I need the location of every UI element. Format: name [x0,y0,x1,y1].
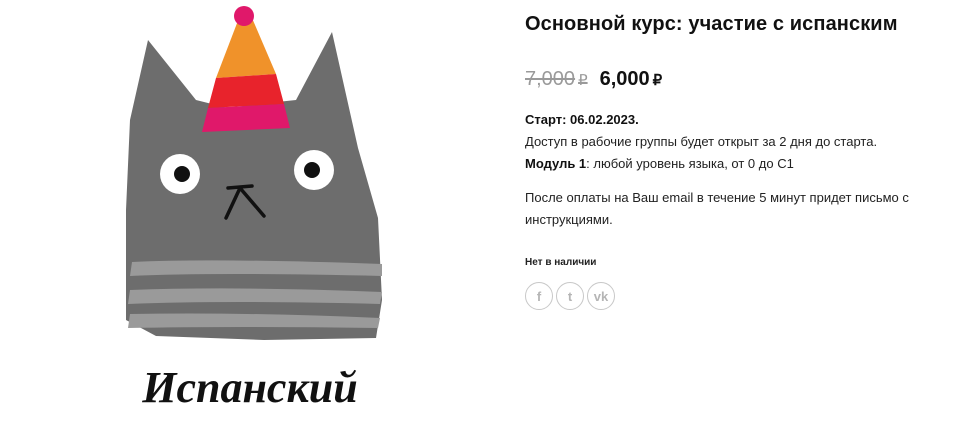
twitter-icon: t [567,288,573,304]
hat-pink [202,104,290,132]
product-image[interactable]: Испанский [96,0,416,436]
new-price: 6,000 ₽ [599,68,663,90]
start-date: Старт: 06.02.2023. [525,112,639,127]
hat-orange [216,18,276,78]
old-price: 7,000 ₽ [525,68,588,90]
product-summary: Основной курс: участие с испанским 7,000… [525,10,965,310]
price-row: 7,000 ₽ 6,000 ₽ [525,68,965,91]
product-description: Старт: 06.02.2023. Доступ в рабочие груп… [525,109,965,231]
hat-red [208,74,284,108]
product-title: Основной курс: участие с испанским [525,13,898,35]
hat-pompom [234,6,254,26]
payment-text: После оплаты на Ваш email в течение 5 ми… [525,190,909,227]
product-image-caption: Испанский [141,363,357,412]
cat-stripe [130,260,382,276]
twitter-share-button[interactable]: t [556,282,584,310]
cat-illustration: Испанский [126,6,382,412]
share-buttons: f t vk [525,282,965,310]
access-text: Доступ в рабочие группы будет открыт за … [525,134,878,149]
module-info: Модуль 1: любой уровень языка, от 0 до С… [525,156,794,171]
facebook-share-button[interactable]: f [525,282,553,310]
vk-share-button[interactable]: vk [587,282,615,310]
stock-status: Нет в наличии [525,257,597,268]
cat-stripe [128,288,382,304]
vk-icon: vk [593,288,609,304]
facebook-icon: f [536,288,542,304]
